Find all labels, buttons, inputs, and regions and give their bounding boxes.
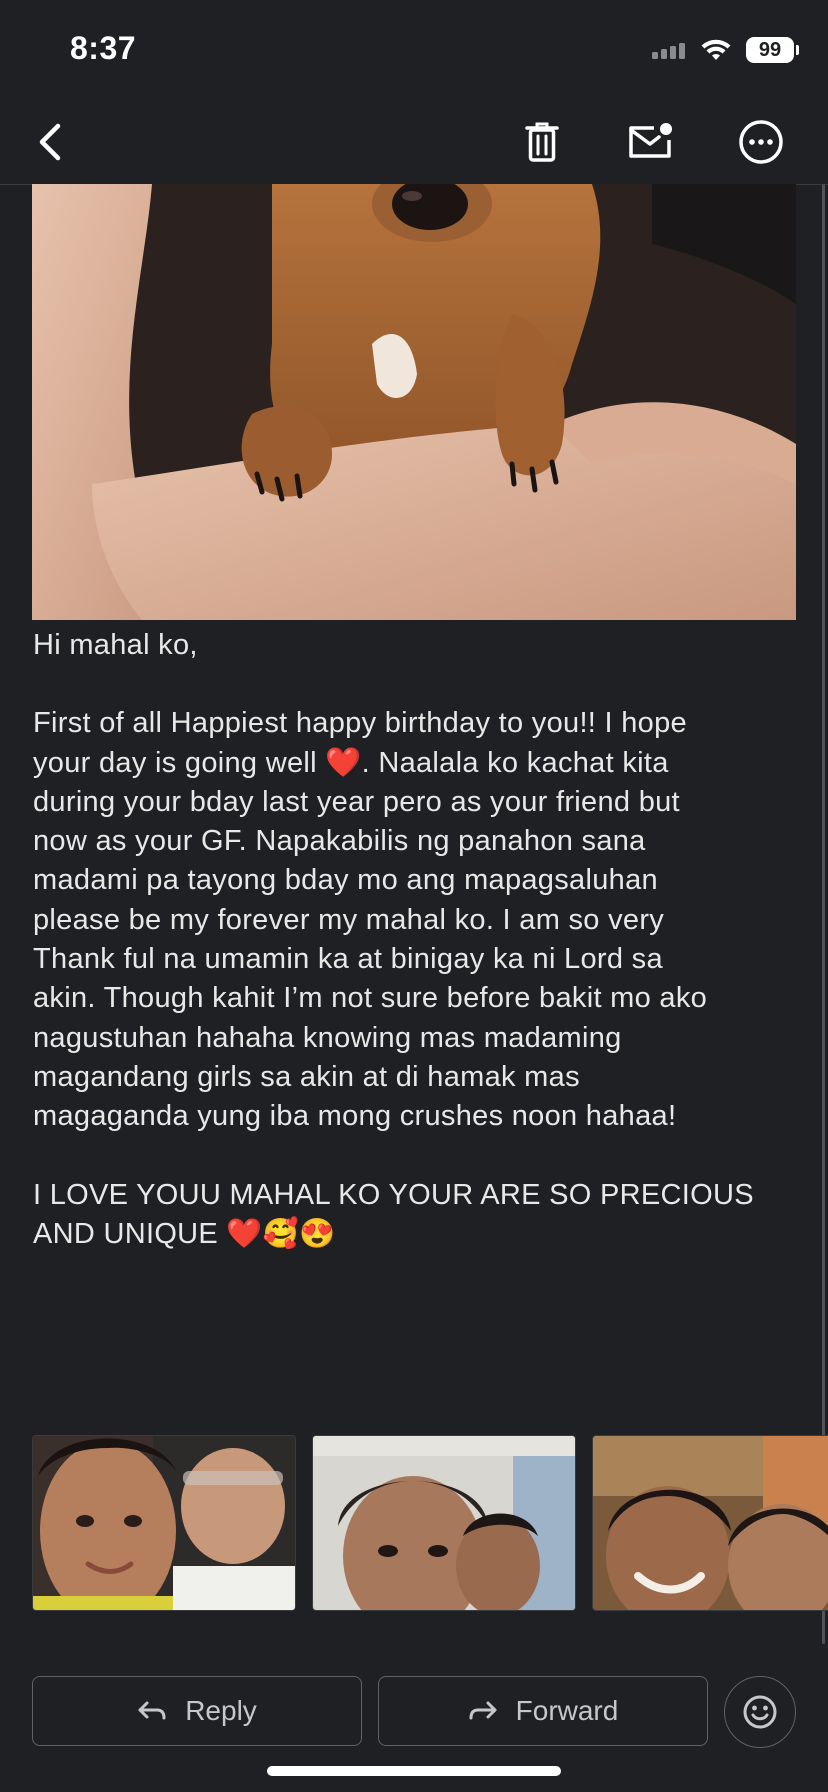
home-indicator[interactable]	[267, 1766, 561, 1776]
body-line: your day is going well ❤️. Naalala ko ka…	[33, 746, 669, 779]
battery-level: 99	[758, 38, 782, 61]
mark-unread-button[interactable]	[620, 112, 680, 172]
reply-arrow-icon	[138, 1701, 166, 1720]
body-line: nagustuhan hahaha knowing mas madaming	[33, 1021, 622, 1054]
greeting-line: Hi mahal ko,	[33, 629, 198, 661]
back-arrow-icon	[39, 123, 61, 161]
attachment-thumbnail[interactable]	[592, 1435, 828, 1611]
back-button[interactable]	[20, 112, 80, 172]
photo-thumbnail-image	[593, 1436, 828, 1610]
dog-photo-illustration	[32, 184, 796, 620]
forward-arrow-icon	[469, 1701, 497, 1720]
body-line: madami pa tayong bday mo ang mapagsaluha…	[33, 864, 658, 897]
body-line: AND UNIQUE ❤️🥰😍	[33, 1217, 336, 1250]
message-toolbar	[0, 100, 828, 185]
body-line: now as your GF. Napakabilis ng panahon s…	[33, 825, 646, 858]
mail-unread-icon	[629, 123, 672, 158]
attachment-thumbnail[interactable]	[32, 1435, 296, 1611]
photo-thumbnail-image	[313, 1436, 575, 1610]
delete-button[interactable]	[512, 112, 572, 172]
more-options-button[interactable]	[731, 112, 791, 172]
reply-label: Reply	[185, 1695, 257, 1726]
trash-icon	[525, 122, 559, 162]
forward-button[interactable]: Forward	[378, 1676, 708, 1746]
forward-label: Forward	[515, 1695, 619, 1726]
message-body: Hi mahal ko, First of all Happiest happy…	[33, 626, 803, 1254]
status-time: 8:37	[70, 30, 137, 66]
more-options-icon	[739, 120, 783, 164]
body-line: during your bday last year pero as your …	[33, 785, 680, 818]
emoji-reaction-button[interactable]	[724, 1676, 796, 1748]
signal-icon	[652, 43, 685, 59]
status-bar: 8:37 99	[0, 0, 828, 100]
photo-thumbnail-image	[33, 1436, 295, 1610]
inline-photo-dog[interactable]	[32, 184, 796, 620]
body-line: please be my forever my mahal ko. I am s…	[33, 903, 665, 936]
body-line: akin. Though kahit I’m not sure before b…	[33, 982, 708, 1015]
smiley-icon	[743, 1695, 777, 1729]
message-actions: Reply Forward	[32, 1676, 796, 1748]
body-line: magaganda yung iba mong crushes noon hah…	[33, 1100, 677, 1133]
body-line: Thank ful na umamin ka at binigay ka ni …	[33, 943, 663, 976]
body-line: magandang girls sa akin at di hamak mas	[33, 1060, 580, 1093]
attachment-thumbnail[interactable]	[312, 1435, 576, 1611]
scroll-indicator[interactable]	[822, 184, 825, 1644]
battery-indicator: 99	[746, 37, 799, 63]
reply-button[interactable]: Reply	[32, 1676, 362, 1746]
body-line: First of all Happiest happy birthday to …	[33, 707, 687, 740]
status-icons: 99	[652, 34, 799, 66]
attachment-strip[interactable]	[32, 1435, 828, 1611]
wifi-icon	[701, 39, 731, 60]
body-line: I LOVE YOUU MAHAL KO YOUR ARE SO PRECIOU…	[33, 1178, 754, 1211]
